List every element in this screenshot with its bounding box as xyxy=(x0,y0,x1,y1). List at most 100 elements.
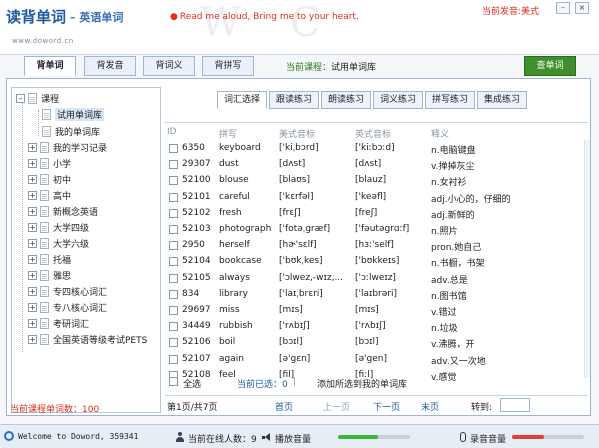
cell-us-phonetic: ['fotəˌgræf] xyxy=(279,224,331,234)
tree-item-label: 试用单词库 xyxy=(55,107,105,121)
table-row[interactable]: 52101 careful ['kɛrfəl] ['keəfl] adj.小心的，仔细的 xyxy=(165,190,588,206)
table-row[interactable]: 834 library ['laɪˌbrɛri] ['laɪbrəri] n.图书馆 xyxy=(165,287,588,303)
tree-item-tem8[interactable]: + 专八核心词汇 xyxy=(28,299,107,315)
tree-item-tem4[interactable]: + 专四核心词汇 xyxy=(28,283,107,299)
expand-icon[interactable]: + xyxy=(28,334,37,344)
tree-item-ielts[interactable]: + 雅思 xyxy=(28,267,71,283)
tab-spelling-practice[interactable]: 拼写练习 xyxy=(425,91,475,109)
row-checkbox[interactable] xyxy=(169,160,178,170)
tab-meaning-practice[interactable]: 词义练习 xyxy=(373,91,423,109)
header-watermark: W C xyxy=(200,0,339,46)
col-header-id[interactable]: ID xyxy=(167,127,177,137)
table-row[interactable]: 52106 boil [bɔɪl] [bɔɪl] v.沸腾，开 xyxy=(165,335,588,351)
last-page-link[interactable]: 末页 xyxy=(421,400,439,413)
row-checkbox[interactable] xyxy=(169,257,178,267)
tree-item-primary[interactable]: + 小学 xyxy=(28,155,71,171)
table-row[interactable]: 52100 blouse [blaʊs] [blauz] n.女衬衫 xyxy=(165,173,588,189)
tree-item-cet4[interactable]: + 大学四级 xyxy=(28,219,89,235)
row-checkbox[interactable] xyxy=(169,144,178,153)
table-row[interactable]: 29697 miss [mɪs] [mɪs] v.错过 xyxy=(165,303,588,319)
tree-item-trial-wordbank[interactable]: 试用单词库 xyxy=(42,106,105,122)
select-all-checkbox[interactable] xyxy=(169,377,178,389)
row-checkbox[interactable] xyxy=(169,338,178,348)
play-volume-slider[interactable] xyxy=(338,435,410,439)
table-row[interactable]: 29307 dust [dʌst] [dʌst] v.掸掉灰尘 xyxy=(165,157,588,173)
expand-icon[interactable]: + xyxy=(28,302,37,312)
col-header-word[interactable]: 拼写 xyxy=(219,127,237,140)
current-voice[interactable]: 当前发音:美式 xyxy=(482,4,539,17)
record-volume-slider[interactable] xyxy=(512,435,584,439)
table-row[interactable]: 2950 herself [hɚ'sɛlf] [hɜː'self] pron.她自己 xyxy=(165,238,588,254)
row-checkbox[interactable] xyxy=(169,273,178,283)
expand-icon[interactable]: + xyxy=(28,318,37,328)
collapse-icon[interactable]: – xyxy=(16,93,25,103)
lookup-word-button[interactable]: 查单词 xyxy=(524,56,576,76)
expand-icon[interactable]: + xyxy=(28,142,37,152)
row-checkbox[interactable] xyxy=(169,208,178,218)
tree-item-pets[interactable]: + 全国英语等级考试PETS xyxy=(28,331,147,347)
tree-item-new-concept[interactable]: + 新概念英语 xyxy=(28,203,98,219)
expand-icon[interactable]: + xyxy=(28,254,37,264)
next-page-link[interactable]: 下一页 xyxy=(373,400,400,413)
row-checkbox[interactable] xyxy=(169,241,178,251)
row-checkbox[interactable] xyxy=(169,306,178,315)
row-checkbox[interactable] xyxy=(169,289,178,299)
first-page-link[interactable]: 首页 xyxy=(275,400,293,413)
tab-recite-words[interactable]: 背单词 xyxy=(24,56,76,76)
expand-icon[interactable]: + xyxy=(28,238,37,248)
tab-recite-pronunciation[interactable]: 背发音 xyxy=(84,56,136,76)
col-header-uk[interactable]: 英式音标 xyxy=(355,127,391,140)
tab-read-aloud[interactable]: 朗读练习 xyxy=(321,91,371,109)
row-checkbox[interactable] xyxy=(169,176,178,186)
tab-integrated-practice[interactable]: 集成练习 xyxy=(477,91,527,109)
add-to-wordbank-link[interactable]: 添加所选到我的单词库 xyxy=(317,377,407,390)
document-icon xyxy=(40,221,49,233)
col-header-us[interactable]: 美式音标 xyxy=(279,127,315,140)
expand-icon[interactable]: + xyxy=(28,158,37,168)
row-checkbox[interactable] xyxy=(169,225,178,234)
close-button[interactable]: × xyxy=(575,2,589,14)
row-checkbox[interactable] xyxy=(169,354,178,364)
select-all-label[interactable]: 全选 xyxy=(183,377,201,390)
table-row[interactable]: 6350 keyboard ['kiˌbɔrd] ['kiːbɔːd] n.电脑键盘 xyxy=(165,141,588,157)
expand-icon[interactable]: + xyxy=(28,190,37,200)
table-row[interactable]: 52107 again [ə'gɛn] [ə'gen] adv.又一次地 xyxy=(165,352,588,368)
expand-icon[interactable]: + xyxy=(28,270,37,280)
tree-item-my-wordbank[interactable]: 我的单词库 xyxy=(42,123,100,139)
tree-item-label: 托福 xyxy=(53,255,72,266)
tree-item-postgrad[interactable]: + 考研词汇 xyxy=(28,315,89,331)
table-row[interactable]: 52105 always ['ɔlwez,-wɪz,... ['ɔːlweɪz] adv… xyxy=(165,271,588,287)
tree-item-senior[interactable]: + 高中 xyxy=(28,187,71,203)
tab-follow-read[interactable]: 跟读练习 xyxy=(269,91,319,109)
tab-recite-meaning[interactable]: 背词义 xyxy=(143,56,195,76)
table-row[interactable]: 34449 rubbish ['rʌbɪʃ] ['rʌbɪʃ] n.垃圾 xyxy=(165,319,588,335)
play-volume-fill xyxy=(338,435,378,439)
minimize-button[interactable]: – xyxy=(556,2,570,14)
cell-uk-phonetic: [dʌst] xyxy=(355,159,382,170)
row-checkbox[interactable] xyxy=(169,322,178,332)
site-url: www.doword.cn xyxy=(12,37,74,45)
tree-item-toefl[interactable]: + 托福 xyxy=(28,251,71,267)
checkbox-icon[interactable] xyxy=(169,377,178,386)
tree-root[interactable]: – 课程 xyxy=(16,90,59,106)
expand-icon[interactable]: + xyxy=(28,222,37,232)
table-row[interactable]: 52103 photograph ['fotəˌgræf] ['fəutəgrɑːf]… xyxy=(165,222,588,238)
tree-item-cet6[interactable]: + 大学六级 xyxy=(28,235,89,251)
goto-page-input[interactable] xyxy=(500,398,530,412)
cell-word: always xyxy=(219,272,250,283)
tree-item-study-record[interactable]: + 我的学习记录 xyxy=(28,139,107,155)
table-row[interactable]: 52104 bookcase ['bʊkˌkes] ['bʊkkeɪs] n.书橱，书架 xyxy=(165,254,588,270)
word-table: ID 拼写 美式音标 英式音标 释义 6350 keyboard ['kiˌbɔrd… xyxy=(165,122,588,389)
tab-recite-spelling[interactable]: 背拼写 xyxy=(202,56,254,76)
expand-icon[interactable]: + xyxy=(28,286,37,296)
expand-icon[interactable]: + xyxy=(28,174,37,184)
prev-page-link[interactable]: 上一页 xyxy=(323,400,350,413)
tab-word-select[interactable]: 词汇选择 xyxy=(217,91,267,109)
browser-icon xyxy=(4,431,14,441)
table-row[interactable]: 52102 fresh [frɛʃ] [freʃ] adj.新鲜的 xyxy=(165,206,588,222)
col-header-def[interactable]: 释义 xyxy=(431,127,449,140)
expand-icon[interactable]: + xyxy=(28,206,37,216)
tree-item-junior[interactable]: + 初中 xyxy=(28,171,71,187)
table-scrollbar[interactable] xyxy=(584,140,590,378)
row-checkbox[interactable] xyxy=(169,192,178,202)
